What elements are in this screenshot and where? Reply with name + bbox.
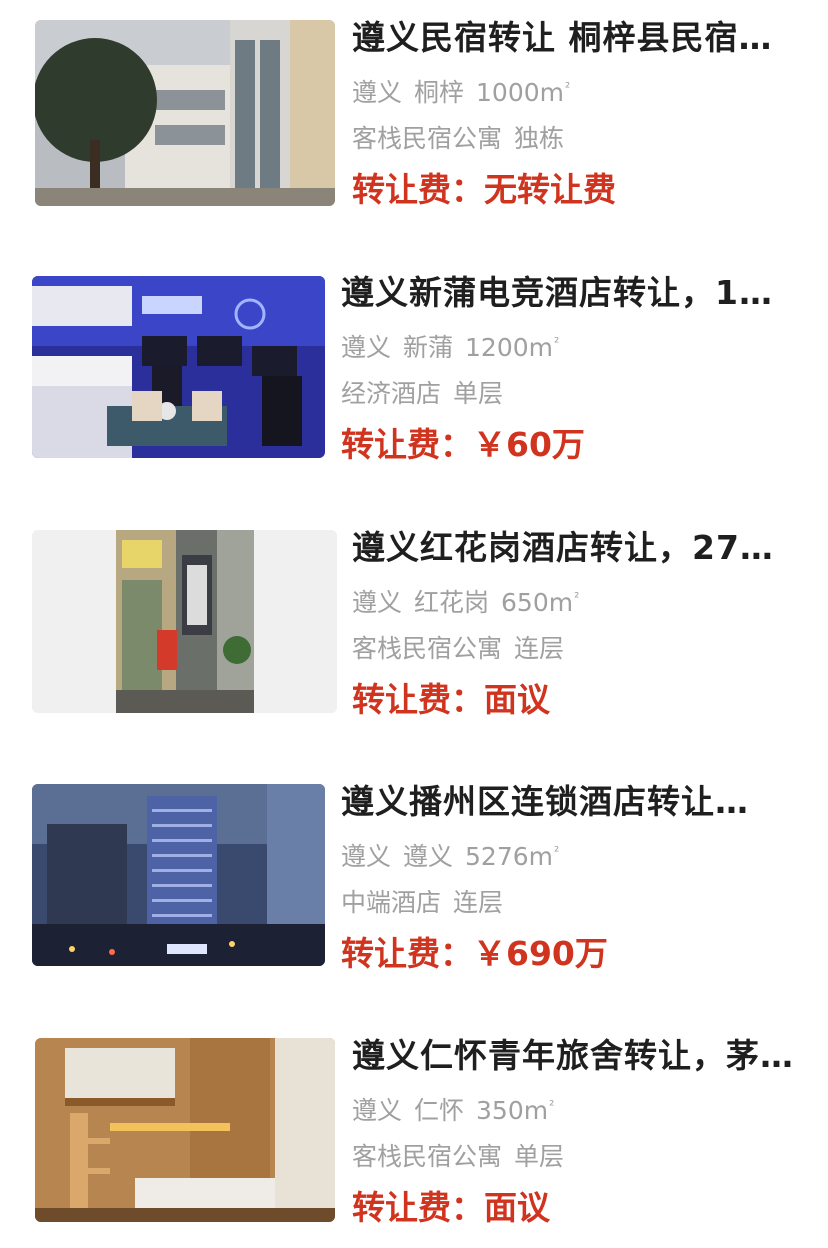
district-label: 新蒲 xyxy=(403,333,454,363)
listing-meta: 遵义 遵义 5276m² xyxy=(341,836,559,874)
listing-tags: 经济酒店 单层 xyxy=(341,377,515,411)
fee-value: ￥60万 xyxy=(473,425,585,464)
fee-label: 转让费： xyxy=(352,1188,484,1227)
listing-tags: 客栈民宿公寓 连层 xyxy=(352,632,576,666)
listing-meta: 遵义 桐梓 1000m² xyxy=(352,72,570,110)
area-label: 1000m² xyxy=(476,78,571,108)
listing-title[interactable]: 遵义播州区连锁酒店转让… xyxy=(341,780,808,824)
area-label: 350m² xyxy=(476,1096,555,1126)
fee-value: 无转让费 xyxy=(484,170,616,209)
listing-card[interactable]: 遵义仁怀青年旅舍转让，茅… 遵义 仁怀 350m² 客栈民宿公寓 单层 转让费：面议 xyxy=(0,1018,828,1227)
floor-label: 连层 xyxy=(453,888,504,917)
type-label: 经济酒店 xyxy=(341,379,442,408)
area-label: 5276m² xyxy=(465,842,560,872)
listing-meta: 遵义 仁怀 350m² xyxy=(352,1090,554,1128)
city-label: 遵义 xyxy=(352,78,403,108)
listing-meta: 遵义 新蒲 1200m² xyxy=(341,327,559,365)
transfer-fee: 转让费：面议 xyxy=(352,1186,550,1230)
listing-tags: 客栈民宿公寓 独栋 xyxy=(352,122,576,156)
fee-label: 转让费： xyxy=(341,425,473,464)
listing-title[interactable]: 遵义民宿转让 桐梓县民宿… xyxy=(352,16,808,60)
city-label: 遵义 xyxy=(341,842,392,872)
transfer-fee: 转让费：面议 xyxy=(352,678,550,722)
listing-title[interactable]: 遵义新蒲电竞酒店转让，1… xyxy=(341,271,808,315)
fee-label: 转让费： xyxy=(341,934,473,973)
listing-tags: 客栈民宿公寓 单层 xyxy=(352,1140,576,1174)
listing-title[interactable]: 遵义红花岗酒店转让，27… xyxy=(352,526,808,570)
area-label: 650m² xyxy=(501,588,580,618)
city-label: 遵义 xyxy=(352,588,403,618)
type-label: 中端酒店 xyxy=(341,888,442,917)
building-photo-icon xyxy=(35,20,335,206)
transfer-fee: 转让费：无转让费 xyxy=(352,168,616,212)
listing-card[interactable]: 遵义红花岗酒店转让，27… 遵义 红花岗 650m² 客栈民宿公寓 连层 转让费：面议 xyxy=(0,510,828,719)
listing-card[interactable]: 遵义播州区连锁酒店转让… 遵义 遵义 5276m² 中端酒店 连层 转让费：￥690万 xyxy=(0,764,828,973)
listing-card[interactable]: 遵义新蒲电竞酒店转让，1… 遵义 新蒲 1200m² 经济酒店 单层 转让费：￥60万 xyxy=(0,255,828,464)
listing-title[interactable]: 遵义仁怀青年旅舍转让，茅… xyxy=(352,1034,808,1078)
hotel-entrance-photo-icon xyxy=(32,530,337,713)
area-label: 1200m² xyxy=(465,333,560,363)
fee-value: ￥690万 xyxy=(473,934,608,973)
floor-label: 连层 xyxy=(514,634,565,663)
listing-tags: 中端酒店 连层 xyxy=(341,886,515,920)
fee-label: 转让费： xyxy=(352,680,484,719)
district-label: 红花岗 xyxy=(414,588,490,618)
hostel-bunk-photo-icon xyxy=(35,1038,335,1222)
type-label: 客栈民宿公寓 xyxy=(352,124,503,153)
floor-label: 单层 xyxy=(514,1142,565,1171)
transfer-fee: 转让费：￥60万 xyxy=(341,423,585,467)
floor-label: 单层 xyxy=(453,379,504,408)
esports-hotel-room-photo-icon xyxy=(32,276,325,458)
city-label: 遵义 xyxy=(341,333,392,363)
district-label: 遵义 xyxy=(403,842,454,872)
type-label: 客栈民宿公寓 xyxy=(352,634,503,663)
floor-label: 独栋 xyxy=(514,124,565,153)
transfer-fee: 转让费：￥690万 xyxy=(341,932,608,976)
type-label: 客栈民宿公寓 xyxy=(352,1142,503,1171)
fee-value: 面议 xyxy=(484,680,550,719)
city-night-skyline-photo-icon xyxy=(32,784,325,966)
city-label: 遵义 xyxy=(352,1096,403,1126)
district-label: 桐梓 xyxy=(414,78,465,108)
listing-card[interactable]: 遵义民宿转让 桐梓县民宿… 遵义 桐梓 1000m² 客栈民宿公寓 独栋 转让费：无转… xyxy=(0,0,828,209)
district-label: 仁怀 xyxy=(414,1096,465,1126)
listing-meta: 遵义 红花岗 650m² xyxy=(352,582,579,620)
fee-label: 转让费： xyxy=(352,170,484,209)
fee-value: 面议 xyxy=(484,1188,550,1227)
